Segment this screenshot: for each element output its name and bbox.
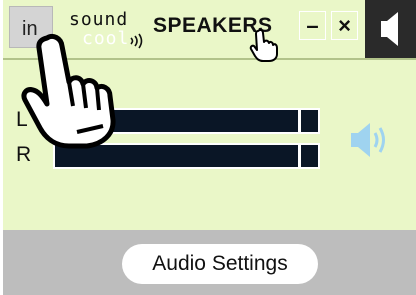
hand-cursor-icon <box>249 28 278 62</box>
audio-settings-button[interactable]: Audio Settings <box>122 244 318 284</box>
close-button[interactable]: × <box>331 11 358 40</box>
speaker-volume-icon[interactable] <box>348 118 400 162</box>
left-peak-marker <box>298 110 301 132</box>
speakers-window: in sound cool SPEAKERS – × L R Audio Set… <box>3 0 416 295</box>
minimize-button[interactable]: – <box>299 11 326 40</box>
mute-button[interactable] <box>365 0 416 58</box>
right-peak-marker <box>298 145 301 167</box>
logo-sound-text: sound <box>69 9 129 30</box>
speaker-mute-icon <box>381 12 398 46</box>
hand-pointer-icon <box>21 33 116 149</box>
